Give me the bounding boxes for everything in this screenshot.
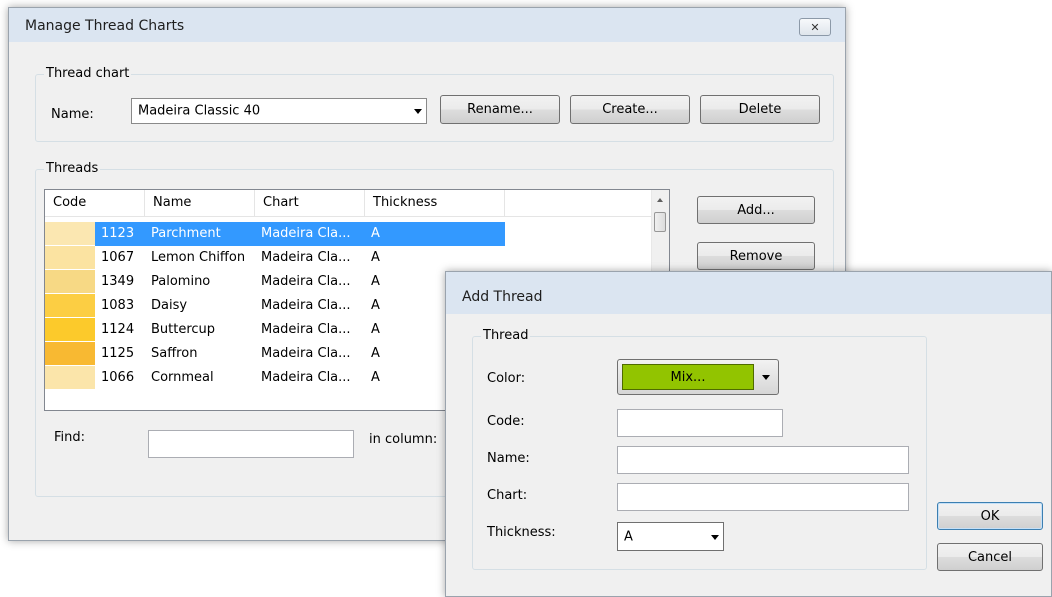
chevron-down-icon bbox=[762, 375, 770, 380]
row-chart: Madeira Cla... bbox=[255, 222, 365, 246]
row-chart: Madeira Cla... bbox=[261, 298, 351, 313]
find-label: Find: bbox=[54, 430, 86, 445]
create-button[interactable]: Create... bbox=[570, 95, 690, 124]
row-chart: Madeira Cla... bbox=[261, 250, 351, 265]
cancel-button-label: Cancel bbox=[967, 549, 1013, 565]
color-swatch bbox=[45, 342, 95, 366]
chart-field[interactable] bbox=[617, 483, 909, 511]
row-code: 1124 bbox=[101, 322, 135, 337]
name-field[interactable] bbox=[617, 446, 909, 474]
add-thread-client-area: Thread Color: Mix... Code: Name: Chart: … bbox=[454, 314, 1051, 586]
row-code: 1067 bbox=[101, 250, 135, 265]
rename-button-label: Rename... bbox=[467, 102, 533, 117]
color-swatch bbox=[45, 294, 95, 318]
title-bar[interactable]: Manage Thread Charts ✕ bbox=[9, 8, 845, 42]
thread-chart-group-label: Thread chart bbox=[44, 66, 132, 82]
table-row[interactable]: 1083 Daisy Madeira Cla... A bbox=[45, 294, 505, 318]
thickness-select[interactable]: A bbox=[617, 522, 724, 551]
row-name: Saffron bbox=[151, 346, 198, 361]
ok-button[interactable]: OK bbox=[937, 502, 1043, 530]
in-column-label: in column: bbox=[369, 432, 438, 447]
table-row[interactable]: 1124 Buttercup Madeira Cla... A bbox=[45, 318, 505, 342]
thread-chart-group: Thread chart Name: Madeira Classic 40 Re… bbox=[35, 66, 834, 142]
rename-button[interactable]: Rename... bbox=[440, 95, 560, 124]
close-icon: ✕ bbox=[810, 20, 820, 34]
thread-details-group: Thread Color: Mix... Code: Name: Chart: … bbox=[472, 328, 927, 570]
delete-button[interactable]: Delete bbox=[700, 95, 820, 124]
row-chart: Madeira Cla... bbox=[261, 322, 351, 337]
row-code: 1349 bbox=[101, 274, 135, 289]
row-thickness: A bbox=[365, 222, 505, 246]
chart-name-value: Madeira Classic 40 bbox=[138, 103, 261, 119]
list-header: Code Name Chart Thickness bbox=[45, 190, 652, 217]
delete-button-label: Delete bbox=[738, 102, 782, 117]
color-label: Color: bbox=[487, 371, 526, 386]
code-label: Code: bbox=[487, 414, 525, 429]
row-code: 1066 bbox=[101, 370, 135, 385]
code-field[interactable] bbox=[617, 409, 783, 437]
column-header-chart[interactable]: Chart bbox=[255, 190, 365, 216]
chart-name-label: Name: bbox=[51, 107, 94, 122]
remove-button-label: Remove bbox=[729, 248, 783, 264]
color-swatch bbox=[45, 270, 95, 294]
name-label: Name: bbox=[487, 451, 530, 466]
add-thread-title: Add Thread bbox=[462, 289, 543, 305]
cancel-button[interactable]: Cancel bbox=[937, 543, 1043, 571]
thread-group-label: Thread bbox=[481, 328, 531, 344]
table-row[interactable]: 1123 Parchment Madeira Cla... A bbox=[45, 222, 505, 246]
remove-thread-button[interactable]: Remove bbox=[697, 242, 815, 270]
find-input[interactable] bbox=[148, 430, 354, 458]
row-name: Cornmeal bbox=[151, 370, 214, 385]
table-row[interactable]: 1125 Saffron Madeira Cla... A bbox=[45, 342, 505, 366]
chevron-down-icon bbox=[414, 109, 422, 114]
table-row[interactable]: 1349 Palomino Madeira Cla... A bbox=[45, 270, 505, 294]
row-code: 1125 bbox=[101, 346, 135, 361]
color-swatch bbox=[45, 366, 95, 390]
add-thread-button[interactable]: Add... bbox=[697, 196, 815, 224]
color-preview: Mix... bbox=[622, 364, 754, 390]
row-chart: Madeira Cla... bbox=[261, 346, 351, 361]
column-header-thickness[interactable]: Thickness bbox=[365, 190, 505, 216]
thickness-value: A bbox=[624, 529, 633, 544]
table-row[interactable]: 1066 Cornmeal Madeira Cla... A bbox=[45, 366, 505, 390]
scroll-thumb[interactable] bbox=[654, 212, 666, 232]
row-thickness: A bbox=[371, 250, 380, 265]
row-name: Palomino bbox=[151, 274, 211, 289]
row-code: 1083 bbox=[101, 298, 135, 313]
row-chart: Madeira Cla... bbox=[261, 370, 351, 385]
table-row[interactable]: 1067 Lemon Chiffon Madeira Cla... A bbox=[45, 246, 505, 270]
chevron-down-icon bbox=[711, 534, 719, 540]
add-thread-dialog: Add Thread Thread Color: Mix... Code: Na… bbox=[445, 271, 1052, 597]
row-name: Parchment bbox=[145, 222, 255, 246]
scroll-up-icon[interactable] bbox=[657, 198, 663, 202]
close-button[interactable]: ✕ bbox=[799, 18, 831, 36]
ok-button-label: OK bbox=[980, 508, 1000, 524]
chart-name-select[interactable]: Madeira Classic 40 bbox=[131, 98, 427, 124]
row-name: Lemon Chiffon bbox=[151, 250, 246, 265]
color-button-label: Mix... bbox=[670, 369, 706, 385]
color-swatch bbox=[45, 246, 95, 270]
row-name: Buttercup bbox=[151, 322, 216, 337]
color-swatch bbox=[45, 222, 95, 246]
add-button-label: Add... bbox=[737, 202, 775, 218]
chart-label: Chart: bbox=[487, 488, 528, 503]
color-swatch bbox=[45, 318, 95, 342]
thickness-label: Thickness: bbox=[487, 525, 556, 540]
window-title: Manage Thread Charts bbox=[25, 18, 185, 34]
column-header-code[interactable]: Code bbox=[45, 190, 145, 216]
color-picker-button[interactable]: Mix... bbox=[617, 359, 779, 395]
row-chart: Madeira Cla... bbox=[261, 274, 351, 289]
threads-group-label: Threads bbox=[44, 161, 101, 177]
row-name: Daisy bbox=[151, 298, 188, 313]
column-header-name[interactable]: Name bbox=[145, 190, 255, 216]
add-thread-title-bar[interactable]: Add Thread bbox=[446, 272, 1051, 314]
create-button-label: Create... bbox=[602, 102, 658, 117]
row-code: 1123 bbox=[95, 222, 145, 246]
